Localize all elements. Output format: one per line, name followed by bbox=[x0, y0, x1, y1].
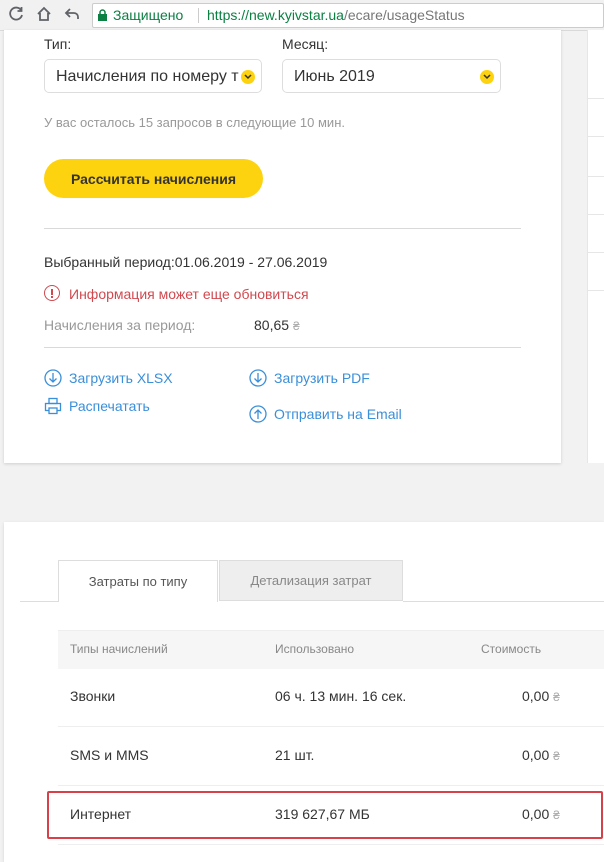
print-label: Распечатать bbox=[69, 398, 150, 414]
url-path: /ecare/usageStatus bbox=[343, 7, 465, 23]
download-icon bbox=[44, 369, 62, 387]
printer-icon bbox=[44, 397, 62, 415]
type-select[interactable]: Начисления по номеру т bbox=[44, 59, 262, 93]
header-charge-type: Типы начислений bbox=[70, 642, 168, 656]
chevron-down-icon bbox=[480, 70, 494, 84]
tab-expenses-by-type[interactable]: Затраты по типу bbox=[58, 560, 218, 602]
charges-amount: 80,65 bbox=[254, 317, 290, 333]
tab-expense-details[interactable]: Детализация затрат bbox=[219, 560, 403, 601]
header-used: Использовано bbox=[275, 642, 355, 656]
download-xlsx-label: Загрузить XLSX bbox=[69, 370, 173, 386]
warning-icon bbox=[44, 285, 60, 301]
lock-icon bbox=[98, 9, 107, 21]
reload-icon[interactable] bbox=[8, 6, 24, 22]
type-select-value: Начисления по номеру т bbox=[56, 68, 239, 85]
header-cost: Стоимость bbox=[481, 642, 542, 656]
row-cost: 0,00 ₴ bbox=[522, 747, 560, 763]
back-icon[interactable] bbox=[64, 6, 80, 22]
right-side-panel bbox=[587, 30, 604, 463]
currency-sign: ₴ bbox=[292, 319, 300, 333]
highlight-box bbox=[47, 791, 603, 839]
row-type: SMS и MMS bbox=[70, 747, 149, 763]
download-pdf-label: Загрузить PDF bbox=[274, 370, 370, 386]
month-select[interactable]: Июнь 2019 bbox=[282, 59, 501, 93]
home-icon[interactable] bbox=[36, 6, 52, 22]
url-text: https://new.kyivstar.ua/ecare/usageStatu… bbox=[207, 4, 465, 27]
tab-underline bbox=[403, 601, 604, 602]
chevron-down-icon bbox=[241, 70, 255, 84]
secure-label: Защищено bbox=[113, 7, 184, 23]
divider bbox=[44, 347, 521, 348]
table-row: Звонки 06 ч. 13 мин. 16 сек. 0,00 ₴ bbox=[58, 668, 604, 727]
charges-value: 80,65 ₴ bbox=[254, 317, 300, 333]
divider bbox=[44, 228, 521, 229]
address-bar[interactable]: Защищено https://new.kyivstar.ua/ecare/u… bbox=[92, 3, 604, 28]
send-email-label: Отправить на Email bbox=[274, 406, 402, 422]
charges-label: Начисления за период: bbox=[44, 317, 196, 333]
warning-text: Информация может еще обновиться bbox=[69, 286, 309, 302]
row-type: Звонки bbox=[70, 688, 116, 704]
month-label: Месяц: bbox=[282, 36, 329, 52]
separator bbox=[198, 8, 199, 23]
browser-toolbar: Защищено https://new.kyivstar.ua/ecare/u… bbox=[0, 0, 604, 31]
tab-underline bbox=[20, 601, 58, 602]
month-select-value: Июнь 2019 bbox=[294, 68, 375, 85]
upload-icon bbox=[249, 405, 267, 423]
type-label: Тип: bbox=[44, 36, 72, 52]
selected-period: Выбранный период:01.06.2019 - 27.06.2019 bbox=[44, 254, 328, 270]
row-used: 21 шт. bbox=[275, 747, 315, 763]
row-used: 06 ч. 13 мин. 16 сек. bbox=[275, 688, 407, 704]
calculate-charges-button[interactable]: Рассчитать начисления bbox=[44, 159, 263, 198]
download-icon bbox=[249, 369, 267, 387]
table-header: Типы начислений Использовано Стоимость bbox=[58, 630, 604, 669]
requests-hint: У вас осталось 15 запросов в следующие 1… bbox=[44, 115, 345, 130]
url-host: https://new.kyivstar.ua bbox=[207, 7, 344, 23]
table-row: SMS и MMS 21 шт. 0,00 ₴ bbox=[58, 727, 604, 786]
row-cost: 0,00 ₴ bbox=[522, 688, 560, 704]
